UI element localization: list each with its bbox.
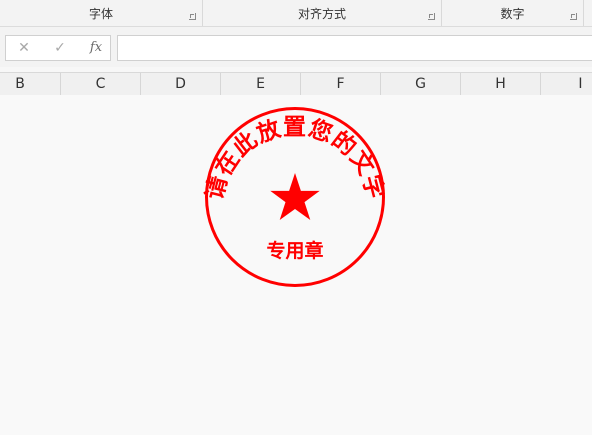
dialog-launcher-icon[interactable] [428,13,435,20]
ribbon-group-font-label: 字体 [88,7,113,21]
formula-bar: ✕ ✓ fx [0,27,592,67]
seal-stamp[interactable]: 请在此放置您的文字 专用章 [200,102,390,294]
column-header-d[interactable]: D [140,73,220,95]
close-icon[interactable]: ✕ [14,39,34,57]
column-header-i[interactable]: I [540,73,592,95]
ribbon-group-font: 字体 [0,0,203,26]
formula-tools: ✕ ✓ fx [5,35,111,61]
column-header-g[interactable]: G [380,73,460,95]
formula-input[interactable] [117,35,592,61]
seal-bottom-text: 专用章 [266,239,323,262]
column-header-f[interactable]: F [300,73,380,95]
column-header-b[interactable]: B [0,73,60,95]
ribbon-group-number-label: 数字 [500,7,525,21]
ribbon-group-number: 数字 [442,0,584,26]
column-header-row: B C D E F G H I [0,72,592,96]
column-header-h[interactable]: H [460,73,540,95]
insert-function-button[interactable]: fx [86,39,106,57]
ribbon: 字体 对齐方式 数字 [0,0,592,27]
check-icon[interactable]: ✓ [50,39,70,57]
dialog-launcher-icon[interactable] [189,13,196,20]
ribbon-group-alignment: 对齐方式 [203,0,442,26]
column-header-c[interactable]: C [60,73,140,95]
ribbon-group-alignment-label: 对齐方式 [297,7,346,21]
star-icon [270,173,320,220]
dialog-launcher-icon[interactable] [570,13,577,20]
column-header-e[interactable]: E [220,73,300,95]
